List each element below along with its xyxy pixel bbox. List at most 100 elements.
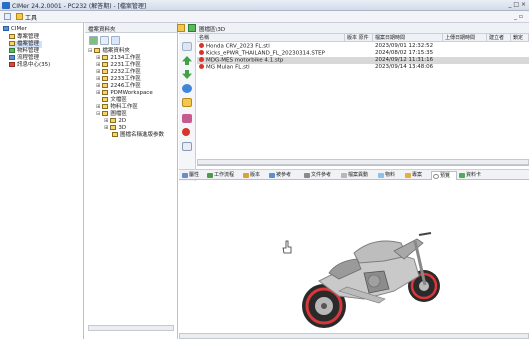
folder-icon xyxy=(102,55,109,60)
tree-node[interactable]: ⊞ 2246工作區 xyxy=(96,83,141,90)
tree-node[interactable]: ⊞ 2232工作區 xyxy=(96,69,141,76)
detail-tabs: 屬性 工作流程 版本 被參考 文件參考 檔案異動 物料 專案 預覽 資料卡 xyxy=(179,169,529,180)
menu-bar: 工具 _ ▫ xyxy=(0,11,529,23)
nav-item-materials[interactable]: 物料管理 xyxy=(9,48,39,55)
left-nav: CIMer 專案管理 檔案管理 物料管理 流程管理 訊息中心(35) xyxy=(0,23,84,339)
column-header-lock[interactable]: 鎖定 xyxy=(511,34,529,42)
column-header-name[interactable]: 名稱 xyxy=(197,34,345,42)
preview-icon xyxy=(433,174,439,179)
folder-icon xyxy=(110,118,117,123)
tab-workflow[interactable]: 工作流程 xyxy=(206,171,241,180)
nav-item-files[interactable]: 檔案管理 xyxy=(9,41,43,48)
folder-icon xyxy=(94,48,101,53)
file-icon xyxy=(199,57,204,62)
tab-properties[interactable]: 屬性 xyxy=(181,171,205,180)
tab-referenced-by[interactable]: 被參考 xyxy=(268,171,302,180)
file-icon xyxy=(199,64,204,69)
open-folder-icon[interactable] xyxy=(182,98,192,107)
materials-icon xyxy=(378,173,384,178)
tree-node[interactable]: ⊟ 檔案資料夾 xyxy=(88,48,130,55)
refresh-icon[interactable] xyxy=(89,36,98,45)
gear-icon xyxy=(9,48,15,53)
download-icon[interactable] xyxy=(182,70,192,79)
tree-node[interactable]: ⊞ PDMWorkspace xyxy=(96,90,153,97)
nav-item-workflow[interactable]: 流程管理 xyxy=(9,55,39,62)
tree-node[interactable]: ⊞ 2134工作區 xyxy=(96,55,141,62)
folder-tree-panel: 檔案資料夾 ⊟ 檔案資料夾 ⊞ 2134工作區 ⊞ 2231工作區 ⊞ 2232… xyxy=(85,23,178,339)
tab-data-card[interactable]: 資料卡 xyxy=(458,171,488,180)
export-icon[interactable] xyxy=(182,142,192,151)
viewer-horizontal-scrollbar[interactable] xyxy=(179,333,529,339)
window-controls[interactable]: _ □ × xyxy=(508,1,526,8)
breadcrumb-bar: 圖檔區\3D xyxy=(177,23,529,34)
folder-icon xyxy=(102,83,109,88)
references-icon xyxy=(304,173,310,178)
folder-icon xyxy=(9,41,15,46)
table-row[interactable]: Honda CRV_2023 FL.stl 2023/09/01 12:32:5… xyxy=(197,43,529,50)
nav-item-project[interactable]: 專案管理 xyxy=(9,34,39,41)
properties-icon xyxy=(182,173,188,178)
tree-node[interactable]: ⊟ 圖檔區 xyxy=(96,111,127,118)
tools-icon xyxy=(16,13,23,20)
cimer-icon xyxy=(3,26,9,31)
data-card-icon xyxy=(459,173,465,178)
mdi-controls[interactable]: _ ▫ xyxy=(514,13,523,20)
tree-structure-icon[interactable] xyxy=(182,128,190,136)
motorbike-preview-image xyxy=(282,232,440,328)
file-grid: 名稱 版本 原件 檔案日期時間 上傳日期時間 建立者 鎖定 Honda CRV_… xyxy=(197,34,529,166)
column-header-upload-date[interactable]: 上傳日期時間 xyxy=(443,34,487,42)
nav-item-messages[interactable]: 訊息中心(35) xyxy=(9,62,50,69)
file-icon xyxy=(199,50,204,55)
folder-icon xyxy=(102,76,109,81)
tab-projects[interactable]: 專案 xyxy=(404,171,430,180)
mail-icon xyxy=(9,62,15,67)
column-header-version[interactable]: 版本 原件 xyxy=(345,34,373,42)
folder-up-icon[interactable] xyxy=(177,24,185,32)
tab-versions[interactable]: 版本 xyxy=(242,171,267,180)
tree-horizontal-scrollbar[interactable] xyxy=(88,325,174,331)
workflow-icon xyxy=(207,173,213,178)
window-title: CIMer 24.2.0001 - PC232 (解答期) - [檔案管理] xyxy=(12,3,147,10)
tree-node[interactable]: 圖檔名稱進版参数 xyxy=(112,132,164,139)
referenced-icon xyxy=(269,173,275,178)
filter-icon[interactable] xyxy=(111,36,120,45)
go-icon[interactable] xyxy=(188,24,196,32)
folder-icon xyxy=(9,34,15,39)
folder-icon xyxy=(102,111,109,116)
folder-icon xyxy=(110,125,117,130)
tab-references[interactable]: 文件參考 xyxy=(303,171,339,180)
file-changes-icon xyxy=(341,173,347,178)
tab-preview[interactable]: 預覽 xyxy=(431,171,457,180)
column-header-creator[interactable]: 建立者 xyxy=(487,34,511,42)
menu-app-icon[interactable] xyxy=(4,13,11,20)
file-icon xyxy=(199,43,204,48)
share-icon[interactable] xyxy=(182,114,192,123)
upload-icon[interactable] xyxy=(182,56,192,65)
column-header-file-date[interactable]: 檔案日期時間 xyxy=(373,34,443,42)
preview-viewport[interactable] xyxy=(179,181,529,339)
tree-node[interactable]: ⊞ 2D xyxy=(104,118,126,125)
folder-tree-header: 檔案資料夾 xyxy=(85,23,177,33)
tab-materials[interactable]: 物料 xyxy=(377,171,403,180)
grid-horizontal-scrollbar[interactable] xyxy=(197,159,529,165)
tab-file-changes[interactable]: 檔案異動 xyxy=(340,171,376,180)
menu-item-tools[interactable]: 工具 xyxy=(25,13,37,22)
table-row[interactable]: MG Mulan FL.stl 2023/09/14 13:48:06 xyxy=(197,64,529,71)
search-icon[interactable] xyxy=(100,36,109,45)
view-options-icon[interactable] xyxy=(182,42,192,51)
nav-root[interactable]: CIMer xyxy=(3,26,27,33)
tree-node[interactable]: ⊞ 文檔區 xyxy=(96,97,127,104)
tree-node[interactable]: ⊞ 3D xyxy=(104,125,126,132)
table-row[interactable]: Kicks_ePWR_THAILAND_FL_20230314.STEP 202… xyxy=(197,50,529,57)
hand-cursor-icon xyxy=(282,240,292,254)
folder-icon xyxy=(102,69,109,74)
checkout-icon[interactable] xyxy=(182,84,192,93)
tree-node[interactable]: ⊞ 2231工作區 xyxy=(96,62,141,69)
table-row-selected[interactable]: MDG-MES motorbike 4.1.stp 2024/09/12 11:… xyxy=(197,57,529,64)
app-icon xyxy=(2,2,10,9)
tree-node[interactable]: ⊞ 2233工作區 xyxy=(96,76,141,83)
folder-icon xyxy=(102,62,109,67)
workflow-icon xyxy=(9,55,15,60)
tree-node[interactable]: ⊞ 物料工作區 xyxy=(96,104,138,111)
folder-icon xyxy=(112,132,118,137)
